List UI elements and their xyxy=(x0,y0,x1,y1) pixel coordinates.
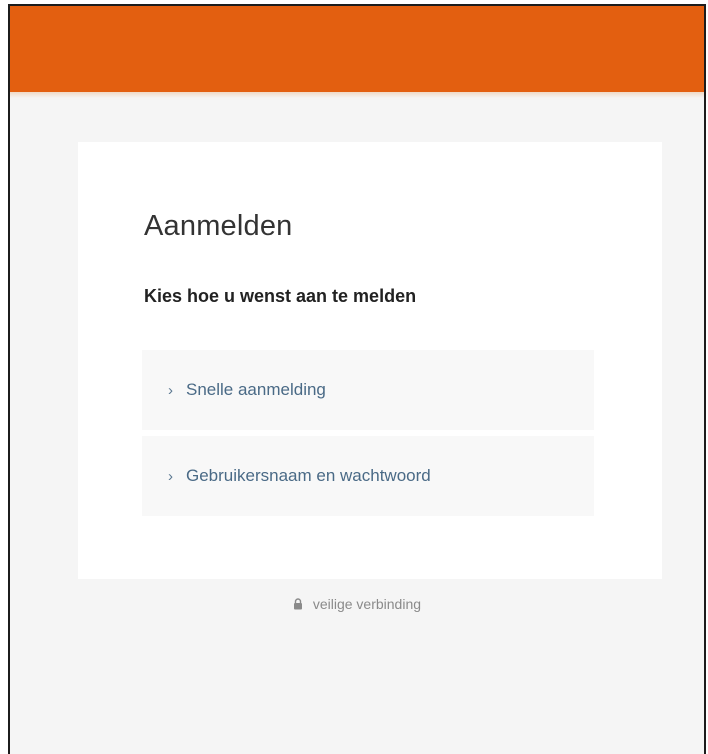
lock-icon xyxy=(293,597,303,613)
chevron-right-icon: › xyxy=(168,467,173,485)
quick-login-label: Snelle aanmelding xyxy=(186,380,326,399)
username-password-label: Gebruikersnaam en wachtwoord xyxy=(186,466,431,485)
username-password-option[interactable]: › Gebruikersnaam en wachtwoord xyxy=(142,436,594,516)
header-bar xyxy=(10,6,704,92)
chevron-right-icon: › xyxy=(168,381,173,399)
quick-login-option[interactable]: › Snelle aanmelding xyxy=(142,350,594,430)
login-card: Aanmelden Kies hoe u wenst aan te melden… xyxy=(78,142,662,579)
browser-frame: Aanmelden Kies hoe u wenst aan te melden… xyxy=(8,4,706,754)
login-method-prompt: Kies hoe u wenst aan te melden xyxy=(144,286,417,306)
header-shadow xyxy=(10,92,704,98)
page-title: Aanmelden xyxy=(144,210,293,242)
secure-connection-text: veilige verbinding xyxy=(312,596,422,612)
secure-connection-note: veilige verbinding xyxy=(10,596,704,613)
